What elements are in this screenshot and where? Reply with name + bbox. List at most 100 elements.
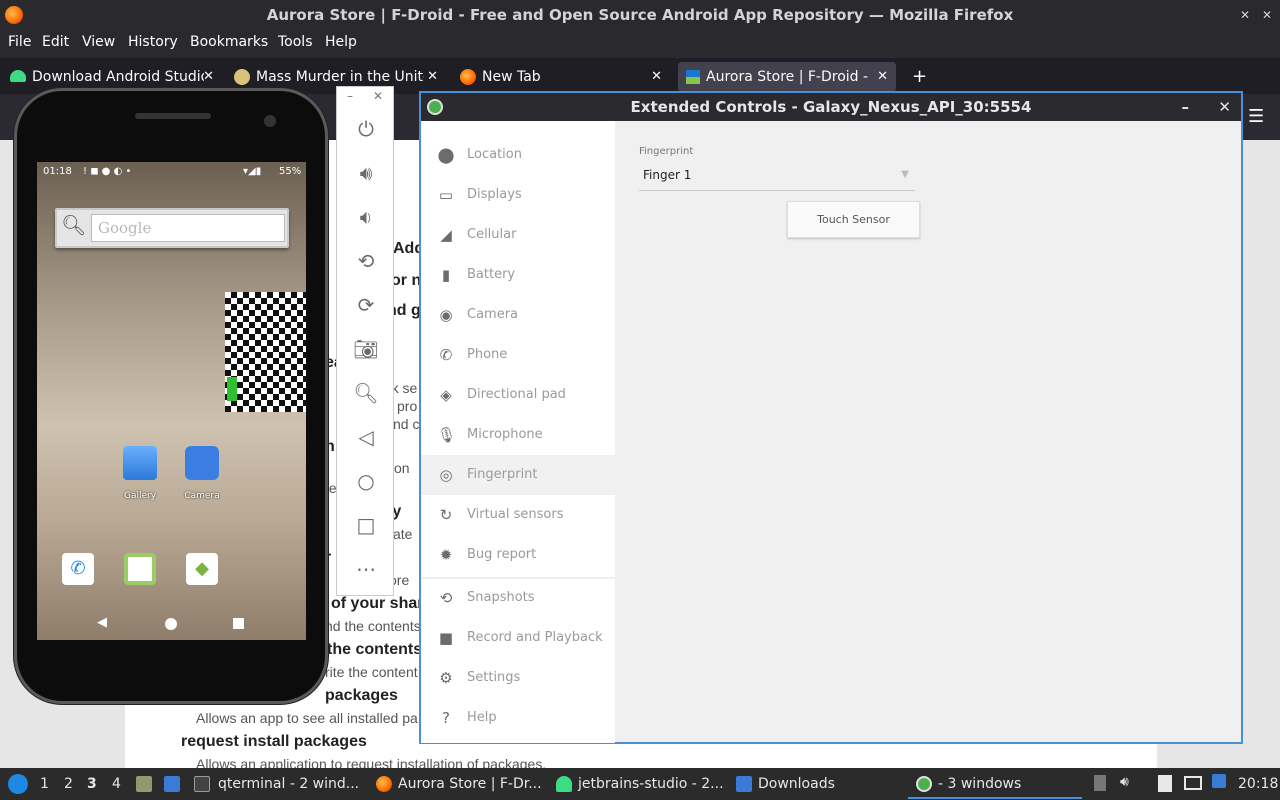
phone-home-icon[interactable]: [165, 618, 177, 630]
taskbar-item-emulator-windows[interactable]: - 3 windows: [938, 776, 1021, 792]
volume-up-icon[interactable]: 🔊︎: [352, 159, 380, 187]
taskbar-item-jetbrains-studio[interactable]: jetbrains-studio - 2...: [578, 776, 724, 792]
tab-aurora-store[interactable]: Aurora Store | F-Droid - Fr ✕: [678, 62, 896, 92]
snapshots-icon: ⟲: [439, 589, 453, 607]
sidebar-item-help[interactable]: ? Help: [421, 698, 615, 738]
overview-icon[interactable]: □: [352, 511, 380, 539]
sidebar-item-record-and-playback[interactable]: ■ Record and Playback: [421, 618, 615, 658]
file-manager-launcher-icon[interactable]: [136, 776, 152, 792]
fingerprint-select-value: Finger 1: [643, 168, 692, 182]
taskbar-item-downloads[interactable]: Downloads: [758, 776, 835, 792]
extended-controls-titlebar: Extended Controls - Galaxy_Nexus_API_30:…: [421, 93, 1241, 121]
menu-view[interactable]: View: [82, 34, 115, 50]
phone-navigation-bar: ◀: [37, 608, 306, 640]
back-icon[interactable]: ◁: [352, 423, 380, 451]
volume-down-icon[interactable]: 🔉︎: [352, 203, 380, 231]
minimize-window-button[interactable]: ✕: [1240, 0, 1250, 30]
sidebar-item-cellular[interactable]: ◢ Cellular: [421, 215, 615, 255]
workspace-3[interactable]: 3: [87, 776, 97, 792]
minimize-emulator-button[interactable]: –: [347, 89, 353, 103]
ext-close-button[interactable]: ✕: [1218, 93, 1231, 121]
extended-controls-window: Extended Controls - Galaxy_Nexus_API_30:…: [419, 91, 1243, 744]
sensors-icon: ↻: [439, 506, 453, 524]
help-icon: ?: [442, 709, 450, 727]
sidebar-item-microphone[interactable]: 🎙︎ Microphone: [421, 415, 615, 455]
camera-app-label: Camera: [184, 491, 220, 501]
menu-hamburger-icon[interactable]: ☰: [1248, 106, 1264, 127]
microphone-icon: 🎙︎: [437, 426, 457, 444]
page-text: nd c: [393, 416, 420, 432]
gallery-app-icon[interactable]: [123, 446, 157, 480]
sidebar-item-phone[interactable]: ✆ Phone: [421, 335, 615, 375]
page-text: request install packages: [181, 733, 367, 750]
menu-edit[interactable]: Edit: [42, 34, 69, 50]
tray-clipboard-icon[interactable]: [1158, 775, 1172, 792]
tray-display-icon[interactable]: [1184, 776, 1202, 790]
sidebar-item-virtual-sensors[interactable]: ↻ Virtual sensors: [421, 495, 615, 535]
notification-icons: ! ◼ ● ◐ •: [83, 166, 132, 177]
sidebar-item-displays[interactable]: ▭ Displays: [421, 175, 615, 215]
bug-icon: ✹: [439, 546, 453, 564]
ext-minimize-button[interactable]: –: [1182, 93, 1190, 121]
taskbar-item-qterminal[interactable]: qterminal - 2 wind...: [218, 776, 359, 792]
tab-close-icon[interactable]: ✕: [427, 62, 438, 92]
tray-volume-icon[interactable]: 🔊︎: [1120, 774, 1129, 790]
start-menu-icon[interactable]: [8, 774, 28, 794]
google-search-field[interactable]: Google: [91, 214, 285, 242]
close-window-button[interactable]: ✕: [1262, 0, 1272, 30]
menu-bookmarks[interactable]: Bookmarks: [190, 34, 268, 50]
phone-recents-icon[interactable]: [233, 618, 244, 629]
menu-history[interactable]: History: [128, 34, 178, 50]
google-search-widget[interactable]: 🔍︎ Google: [55, 208, 289, 248]
tab-new-tab[interactable]: New Tab ✕: [452, 62, 670, 92]
sidebar-item-battery[interactable]: ▮ Battery: [421, 255, 615, 295]
menu-tools[interactable]: Tools: [278, 34, 313, 50]
new-tab-button[interactable]: +: [912, 66, 927, 87]
workspace-4[interactable]: 4: [112, 776, 121, 792]
tray-update-icon[interactable]: [1212, 774, 1226, 788]
rotate-right-icon[interactable]: ⟳: [352, 291, 380, 319]
android-app-icon[interactable]: ◆: [186, 553, 218, 585]
camera-icon: ◉: [439, 306, 453, 324]
tab-close-icon[interactable]: ✕: [877, 62, 888, 92]
taskbar-item-firefox[interactable]: Aurora Store | F-Dr...: [398, 776, 542, 792]
zoom-icon[interactable]: 🔍︎: [352, 379, 380, 407]
magnifier-icon: 🔍︎: [61, 213, 87, 237]
screenshot-camera-icon[interactable]: 📷︎: [352, 335, 380, 363]
sidebar-item-snapshots[interactable]: ⟲ Snapshots: [421, 578, 615, 618]
sidebar-item-settings[interactable]: ⚙ Settings: [421, 658, 615, 698]
workspace-1[interactable]: 1: [40, 776, 49, 792]
menu-help[interactable]: Help: [325, 34, 357, 50]
phone-back-icon[interactable]: ◀: [97, 615, 107, 630]
sidebar-item-camera[interactable]: ◉ Camera: [421, 295, 615, 335]
more-options-icon[interactable]: ⋯: [352, 555, 380, 583]
sidebar-item-fingerprint[interactable]: ◎ Fingerprint: [421, 455, 615, 495]
tab-close-icon[interactable]: ✕: [651, 62, 662, 92]
phone-icon: ✆: [439, 346, 453, 364]
terminal-icon: [194, 776, 210, 792]
phone-screen[interactable]: 01:18 ! ◼ ● ◐ • ▾◢▮ 55% 🔍︎ Google Galler…: [37, 162, 306, 640]
store-app-icon[interactable]: [124, 553, 156, 585]
close-emulator-button[interactable]: ✕: [373, 89, 383, 103]
fingerprint-select[interactable]: Finger 1 ▼: [639, 163, 915, 191]
gallery-app-label: Gallery: [123, 491, 157, 501]
dialer-app-icon[interactable]: ✆: [62, 553, 94, 585]
sidebar-item-directional-pad[interactable]: ◈ Directional pad: [421, 375, 615, 415]
menu-file[interactable]: File: [8, 34, 31, 50]
rotate-left-icon[interactable]: ⟲: [352, 247, 380, 275]
workspace-2[interactable]: 2: [64, 776, 73, 792]
displays-icon: ▭: [438, 186, 454, 204]
fingerprint-icon: ◎: [439, 466, 453, 484]
power-icon[interactable]: ⏻: [352, 115, 380, 143]
home-icon[interactable]: ○: [352, 467, 380, 495]
wallpaper-tv-pattern: [225, 292, 306, 412]
touch-sensor-button[interactable]: Touch Sensor: [787, 201, 920, 238]
sidebar-item-location[interactable]: ⬤ Location: [421, 135, 615, 175]
camera-app-icon[interactable]: [185, 446, 219, 480]
active-window-underline: [908, 797, 1082, 799]
page-text: of your shar: [331, 595, 424, 612]
tray-network-icon[interactable]: [1094, 775, 1106, 791]
sidebar-item-bug-report[interactable]: ✹ Bug report: [421, 535, 615, 575]
site-favicon-icon: [234, 69, 250, 85]
show-desktop-icon[interactable]: [164, 776, 180, 792]
